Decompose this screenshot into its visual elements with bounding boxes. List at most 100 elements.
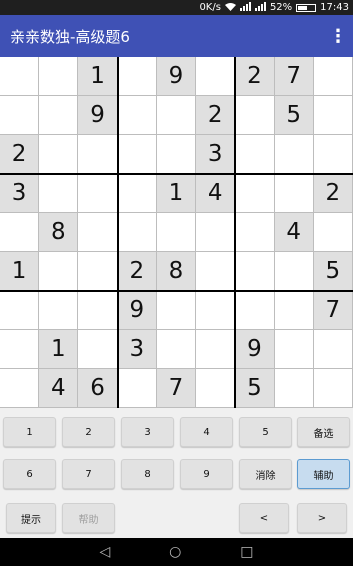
- key-4[interactable]: 4: [180, 417, 233, 447]
- home-icon[interactable]: ○: [169, 544, 181, 560]
- sudoku-cell-r8c4[interactable]: 3: [117, 330, 157, 369]
- key-9[interactable]: 9: [180, 459, 233, 489]
- sudoku-cell-r9c9[interactable]: [313, 369, 353, 408]
- prev-button[interactable]: <: [239, 503, 289, 533]
- sudoku-cell-r5c7[interactable]: [235, 213, 275, 252]
- candidate-button[interactable]: 备选: [297, 417, 350, 447]
- sudoku-cell-r8c5[interactable]: [156, 330, 197, 369]
- sudoku-cell-r2c4[interactable]: [117, 96, 157, 135]
- sudoku-cell-r9c2[interactable]: 4: [39, 369, 79, 408]
- recent-apps-icon[interactable]: □: [240, 544, 253, 560]
- sudoku-cell-r8c7[interactable]: 9: [235, 330, 275, 369]
- sudoku-cell-r1c1[interactable]: [0, 57, 40, 96]
- sudoku-cell-r7c9[interactable]: 7: [313, 291, 353, 330]
- sudoku-cell-r3c3[interactable]: [78, 135, 118, 174]
- sudoku-cell-r4c8[interactable]: [274, 174, 314, 213]
- sudoku-cell-r4c3[interactable]: [78, 174, 118, 213]
- sudoku-cell-r8c9[interactable]: [313, 330, 353, 369]
- sudoku-cell-r5c2[interactable]: 8: [39, 213, 79, 252]
- sudoku-cell-r4c4[interactable]: [117, 174, 157, 213]
- sudoku-cell-r7c4[interactable]: 9: [117, 291, 157, 330]
- sudoku-cell-r7c6[interactable]: [196, 291, 236, 330]
- sudoku-cell-r7c2[interactable]: [39, 291, 79, 330]
- assist-button[interactable]: 辅助: [297, 459, 350, 489]
- sudoku-cell-r4c5[interactable]: 1: [156, 174, 197, 213]
- key-5[interactable]: 5: [239, 417, 292, 447]
- sudoku-cell-r9c6[interactable]: [196, 369, 236, 408]
- sudoku-cell-r7c8[interactable]: [274, 291, 314, 330]
- sudoku-cell-r4c9[interactable]: 2: [313, 174, 353, 213]
- erase-button[interactable]: 消除: [239, 459, 292, 489]
- sudoku-cell-r6c1[interactable]: 1: [0, 252, 40, 291]
- sudoku-cell-r5c1[interactable]: [0, 213, 40, 252]
- sudoku-cell-r6c2[interactable]: [39, 252, 79, 291]
- sudoku-cell-r3c2[interactable]: [39, 135, 79, 174]
- sudoku-cell-r1c4[interactable]: [117, 57, 157, 96]
- help-button[interactable]: 帮助: [62, 503, 115, 533]
- sudoku-cell-r9c3[interactable]: 6: [78, 369, 118, 408]
- sudoku-cell-r3c5[interactable]: [156, 135, 197, 174]
- sudoku-cell-r2c2[interactable]: [39, 96, 79, 135]
- sudoku-cell-r8c8[interactable]: [274, 330, 314, 369]
- sudoku-cell-r1c6[interactable]: [196, 57, 236, 96]
- sudoku-cell-r3c7[interactable]: [235, 135, 275, 174]
- key-7[interactable]: 7: [62, 459, 115, 489]
- sudoku-cell-r4c6[interactable]: 4: [196, 174, 236, 213]
- sudoku-cell-r8c2[interactable]: 1: [39, 330, 79, 369]
- sudoku-cell-r8c1[interactable]: [0, 330, 40, 369]
- sudoku-cell-r8c6[interactable]: [196, 330, 236, 369]
- sudoku-cell-r3c4[interactable]: [117, 135, 157, 174]
- key-8[interactable]: 8: [121, 459, 174, 489]
- sudoku-cell-r2c9[interactable]: [313, 96, 353, 135]
- sudoku-cell-r3c8[interactable]: [274, 135, 314, 174]
- sudoku-cell-r9c8[interactable]: [274, 369, 314, 408]
- sudoku-cell-r6c5[interactable]: 8: [156, 252, 197, 291]
- sudoku-cell-r5c9[interactable]: [313, 213, 353, 252]
- sudoku-cell-r9c7[interactable]: 5: [235, 369, 275, 408]
- sudoku-cell-r2c3[interactable]: 9: [78, 96, 118, 135]
- sudoku-cell-r6c9[interactable]: 5: [313, 252, 353, 291]
- sudoku-cell-r9c5[interactable]: 7: [156, 369, 197, 408]
- sudoku-cell-r6c3[interactable]: [78, 252, 118, 291]
- sudoku-cell-r8c3[interactable]: [78, 330, 118, 369]
- sudoku-cell-r5c6[interactable]: [196, 213, 236, 252]
- sudoku-cell-r5c5[interactable]: [156, 213, 197, 252]
- key-1[interactable]: 1: [3, 417, 56, 447]
- sudoku-cell-r5c4[interactable]: [117, 213, 157, 252]
- sudoku-cell-r6c6[interactable]: [196, 252, 236, 291]
- key-3[interactable]: 3: [121, 417, 174, 447]
- sudoku-cell-r3c6[interactable]: 3: [196, 135, 236, 174]
- sudoku-cell-r1c9[interactable]: [313, 57, 353, 96]
- sudoku-cell-r4c1[interactable]: 3: [0, 174, 40, 213]
- key-6[interactable]: 6: [3, 459, 56, 489]
- sudoku-cell-r6c8[interactable]: [274, 252, 314, 291]
- sudoku-cell-r6c4[interactable]: 2: [117, 252, 157, 291]
- sudoku-cell-r9c4[interactable]: [117, 369, 157, 408]
- sudoku-cell-r1c2[interactable]: [39, 57, 79, 96]
- sudoku-cell-r6c7[interactable]: [235, 252, 275, 291]
- sudoku-cell-r5c8[interactable]: 4: [274, 213, 314, 252]
- sudoku-cell-r2c1[interactable]: [0, 96, 40, 135]
- sudoku-cell-r1c3[interactable]: 1: [78, 57, 118, 96]
- sudoku-cell-r2c8[interactable]: 5: [274, 96, 314, 135]
- sudoku-cell-r2c7[interactable]: [235, 96, 275, 135]
- sudoku-cell-r5c3[interactable]: [78, 213, 118, 252]
- sudoku-cell-r7c1[interactable]: [0, 291, 40, 330]
- hint-button[interactable]: 提示: [6, 503, 56, 533]
- sudoku-cell-r1c7[interactable]: 2: [235, 57, 275, 96]
- next-button[interactable]: >: [297, 503, 347, 533]
- sudoku-cell-r3c1[interactable]: 2: [0, 135, 40, 174]
- sudoku-cell-r7c7[interactable]: [235, 291, 275, 330]
- sudoku-cell-r7c5[interactable]: [156, 291, 197, 330]
- sudoku-cell-r3c9[interactable]: [313, 135, 353, 174]
- back-icon[interactable]: ◁: [99, 544, 110, 560]
- sudoku-cell-r2c5[interactable]: [156, 96, 197, 135]
- sudoku-cell-r4c2[interactable]: [39, 174, 79, 213]
- sudoku-cell-r2c6[interactable]: 2: [196, 96, 236, 135]
- sudoku-cell-r1c8[interactable]: 7: [274, 57, 314, 96]
- overflow-menu-icon[interactable]: ⋮: [323, 26, 353, 47]
- sudoku-cell-r4c7[interactable]: [235, 174, 275, 213]
- key-2[interactable]: 2: [62, 417, 115, 447]
- sudoku-cell-r9c1[interactable]: [0, 369, 40, 408]
- sudoku-cell-r7c3[interactable]: [78, 291, 118, 330]
